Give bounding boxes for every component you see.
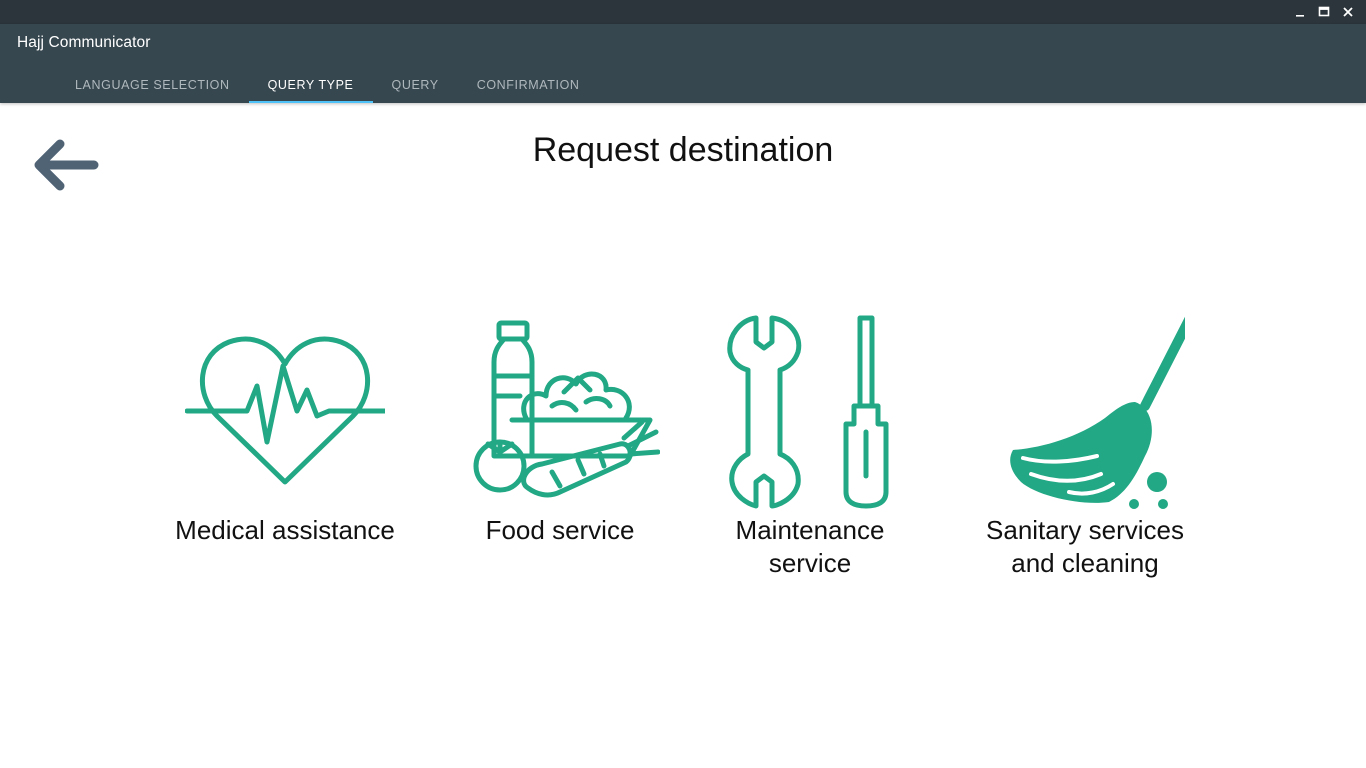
tab-label: LANGUAGE SELECTION: [75, 77, 230, 92]
option-sanitary-services[interactable]: Sanitary services and cleaning: [970, 306, 1200, 626]
tab-query[interactable]: QUERY: [373, 66, 458, 103]
option-label: Sanitary services and cleaning: [986, 515, 1184, 578]
minimize-icon[interactable]: [1288, 0, 1312, 24]
window-controls: [1288, 0, 1360, 24]
tab-label: CONFIRMATION: [476, 77, 580, 92]
food-basket-icon: [473, 320, 660, 498]
app-title: Hajj Communicator: [17, 34, 151, 51]
page-title: Request destination: [532, 131, 834, 169]
maximize-icon[interactable]: [1312, 0, 1336, 24]
active-tab-indicator: [248, 101, 373, 103]
window-titlebar: [0, 0, 1366, 24]
option-medical-assistance[interactable]: Medical assistance: [170, 306, 400, 626]
tab-bar: LANGUAGE SELECTION QUERY TYPE QUERY CONF…: [56, 66, 599, 103]
heart-pulse-icon: [185, 336, 385, 485]
close-icon[interactable]: [1336, 0, 1360, 24]
wrench-screwdriver-icon: [727, 315, 889, 509]
app-bar: Hajj Communicator LANGUAGE SELECTION QUE…: [0, 24, 1366, 103]
tab-label: QUERY: [391, 77, 439, 92]
tab-label: QUERY TYPE: [267, 77, 354, 92]
tab-language-selection[interactable]: LANGUAGE SELECTION: [56, 66, 249, 103]
option-maintenance-service[interactable]: Maintenance service: [695, 306, 925, 626]
broom-icon: [1010, 316, 1185, 509]
option-label: Maintenance service: [735, 515, 885, 578]
tab-confirmation[interactable]: CONFIRMATION: [458, 66, 599, 103]
tab-query-type[interactable]: QUERY TYPE: [248, 66, 373, 103]
option-food-service[interactable]: Food service: [445, 306, 675, 626]
option-label: Food service: [485, 515, 635, 545]
option-label: Medical assistance: [175, 515, 395, 545]
